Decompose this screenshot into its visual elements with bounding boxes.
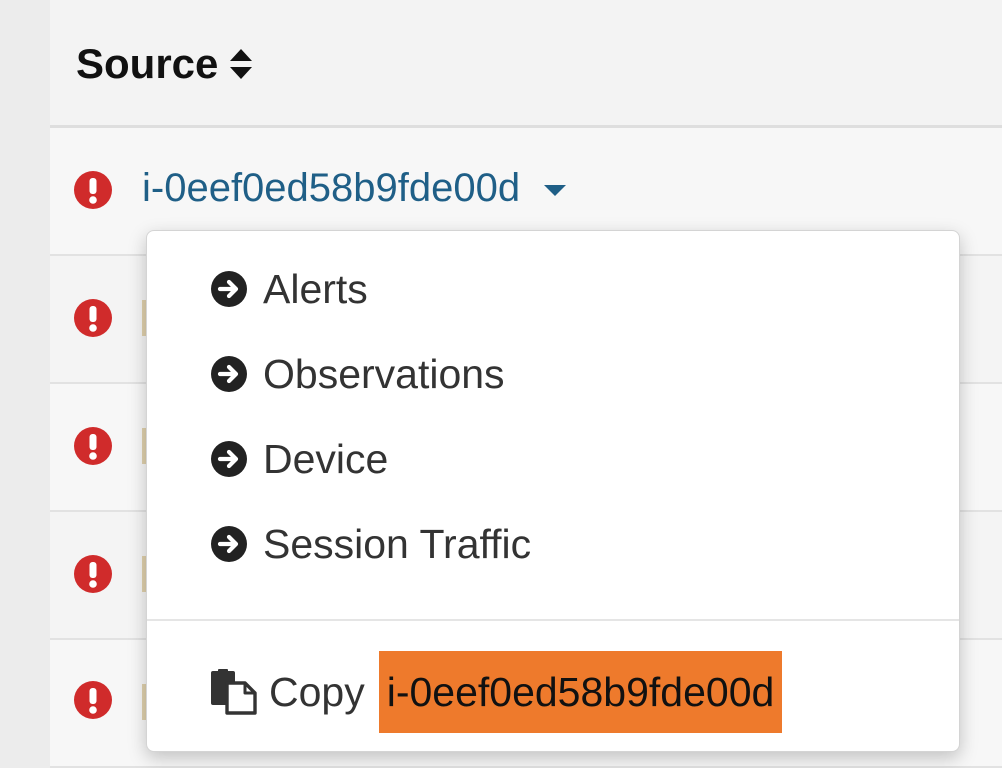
alert-icon — [74, 555, 112, 593]
arrow-circle-right-icon — [211, 441, 247, 477]
alert-icon — [74, 171, 112, 209]
alert-icon — [74, 427, 112, 465]
menu-divider — [147, 619, 959, 621]
alert-icon — [74, 299, 112, 337]
menu-item-label: Device — [263, 435, 389, 482]
copy-icon — [211, 669, 257, 715]
source-dropdown-menu: Alerts Observations Device Session Traff… — [146, 230, 960, 752]
arrow-circle-right-icon — [211, 356, 247, 392]
source-column-header[interactable]: Source — [76, 40, 254, 88]
menu-item-label: Observations — [263, 350, 505, 397]
menu-item-device[interactable]: Device — [209, 429, 388, 489]
menu-item-label: Session Traffic — [263, 520, 532, 567]
source-link[interactable]: i-0eef0ed58b9fde00d — [142, 166, 567, 211]
menu-item-label: Alerts — [263, 265, 368, 312]
source-id: i-0eef0ed58b9fde00d — [142, 166, 521, 210]
column-header-label: Source — [76, 40, 219, 87]
table-header: Source — [50, 0, 1002, 128]
copy-value-highlight: i-0eef0ed58b9fde00d — [378, 651, 783, 733]
menu-item-observations[interactable]: Observations — [209, 344, 505, 404]
caret-down-icon[interactable] — [544, 185, 567, 196]
menu-item-alerts[interactable]: Alerts — [209, 259, 368, 319]
sort-icon[interactable] — [228, 47, 254, 81]
left-column-strip — [0, 0, 50, 768]
arrow-circle-right-icon — [211, 526, 247, 562]
alert-icon — [74, 681, 112, 719]
arrow-circle-right-icon — [211, 271, 247, 307]
menu-item-session-traffic[interactable]: Session Traffic — [209, 514, 531, 574]
copy-label: Copy — [269, 668, 365, 715]
copy-source-button[interactable]: Copy i-0eef0ed58b9fde00d — [209, 651, 783, 733]
